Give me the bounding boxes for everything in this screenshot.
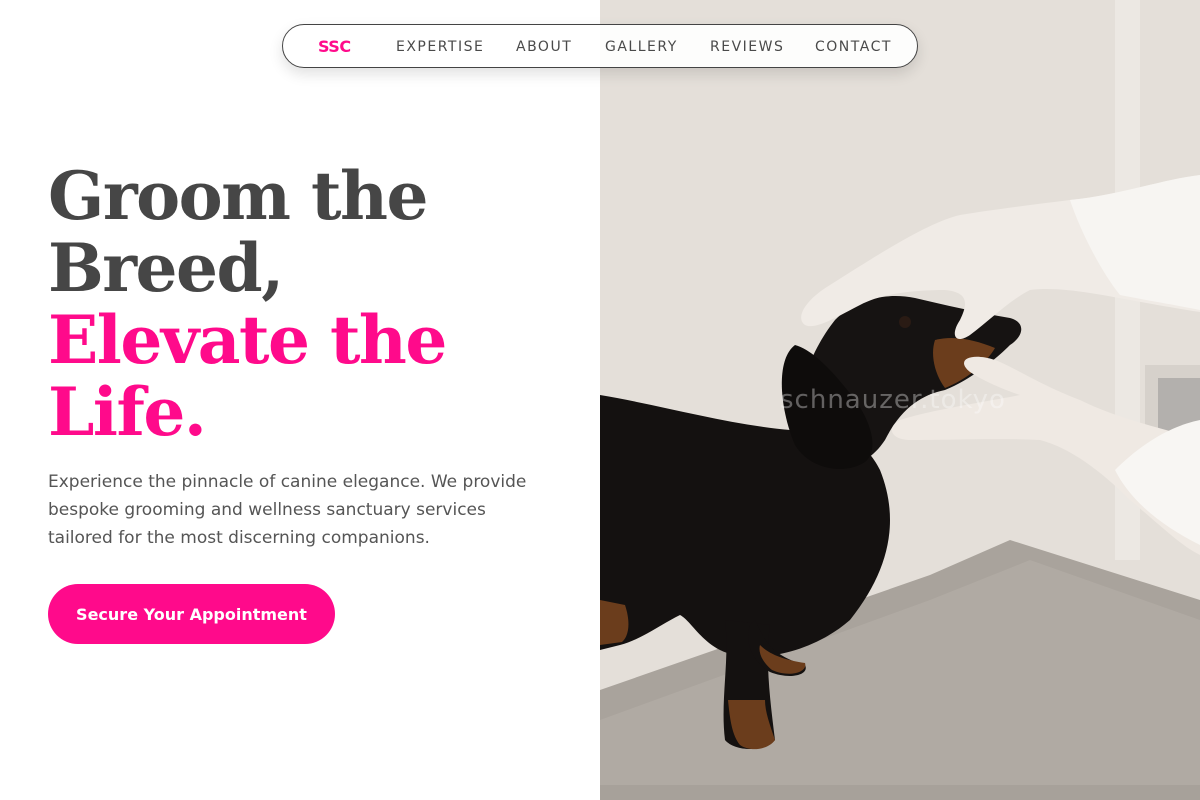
nav-item-contact[interactable]: CONTACT xyxy=(815,39,892,55)
top-navigation: SSC EXPERTISE ABOUT GALLERY REVIEWS CONT… xyxy=(282,24,918,68)
nav-item-reviews[interactable]: REVIEWS xyxy=(710,39,784,55)
headline-line-2: Breed, xyxy=(48,229,284,307)
brand-logo[interactable]: SSC xyxy=(318,37,351,56)
hero-headline: Groom the Breed, Elevate the Life. xyxy=(48,160,568,448)
nav-item-gallery[interactable]: GALLERY xyxy=(605,39,678,55)
secure-appointment-button[interactable]: Secure Your Appointment xyxy=(48,584,335,644)
headline-line-1: Groom the xyxy=(48,157,428,235)
hero-description: Experience the pinnacle of canine elegan… xyxy=(48,472,527,548)
nav-item-expertise[interactable]: EXPERTISE xyxy=(396,39,484,55)
headline-line-4: Life. xyxy=(48,373,207,451)
nav-item-about[interactable]: ABOUT xyxy=(516,39,572,55)
watermark-text: schnauzer.tokyo xyxy=(780,385,1006,415)
hero-photo: schnauzer.tokyo xyxy=(600,0,1200,800)
headline-line-3: Elevate the xyxy=(48,301,447,379)
